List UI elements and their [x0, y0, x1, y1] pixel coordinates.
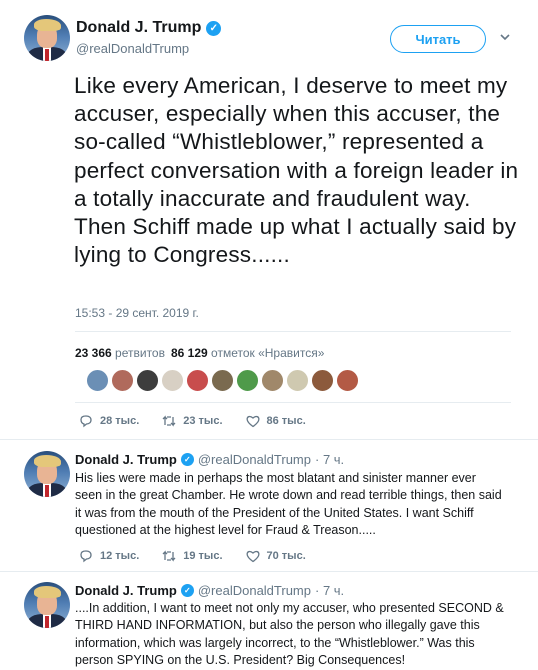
retweets-count: 23 366: [75, 346, 112, 360]
liker-avatar[interactable]: [261, 369, 284, 392]
reply-text: ....In addition, I want to meet not only…: [75, 601, 504, 668]
likes-count: 86 129: [170, 346, 208, 360]
liker-avatar[interactable]: [186, 369, 209, 392]
liker-avatar[interactable]: [86, 369, 109, 392]
author-name-row: Donald J. Trump ✓: [76, 19, 222, 37]
reply-text: His lies were made in perhaps the most b…: [75, 471, 502, 538]
author-handle[interactable]: @realDonaldTrump: [76, 41, 189, 56]
reply-icon: [80, 550, 92, 563]
reply-count: 28 тыс.: [100, 415, 140, 427]
divider: [75, 331, 511, 332]
like-count: 86 тыс.: [266, 415, 306, 427]
divider: [75, 402, 511, 403]
liker-avatar[interactable]: [161, 369, 184, 392]
reply-action[interactable]: 28 тыс.: [78, 413, 139, 429]
reply-time[interactable]: · 7 ч.: [315, 583, 344, 598]
reply-display-name[interactable]: Donald J. Trump: [75, 452, 177, 467]
reply-time[interactable]: · 7 ч.: [315, 452, 344, 467]
retweet-action[interactable]: 19 тыс.: [161, 548, 223, 564]
verified-badge-icon: ✓: [206, 20, 222, 36]
likers-avatars: [86, 369, 359, 392]
reply-count: 12 тыс.: [100, 550, 140, 562]
likes-stat[interactable]: 86 129 отметок «Нравится»: [171, 346, 324, 360]
like-count: 70 тыс.: [266, 550, 306, 562]
retweets-stat[interactable]: 23 366 ретвитов: [75, 346, 165, 360]
engagement-stats: 23 366 ретвитов 86 129 отметок «Нравится…: [75, 346, 324, 360]
liker-avatar[interactable]: [336, 369, 359, 392]
retweet-count: 23 тыс.: [183, 415, 223, 427]
reply-tweet[interactable]: Donald J. Trump ✓ @realDonaldTrump · 7 ч…: [0, 440, 538, 571]
reply-tweet[interactable]: Donald J. Trump ✓ @realDonaldTrump · 7 ч…: [0, 572, 538, 669]
tweet-timestamp[interactable]: 15:53 - 29 сент. 2019 г.: [75, 306, 199, 320]
follow-button[interactable]: Читать: [390, 25, 486, 53]
liker-avatar[interactable]: [136, 369, 159, 392]
chevron-down-icon[interactable]: [498, 30, 512, 44]
retweet-icon: [162, 550, 176, 562]
reply-actions: 12 тыс. 19 тыс. 70 тыс.: [78, 548, 328, 564]
liker-avatar[interactable]: [211, 369, 234, 392]
verified-badge-icon: ✓: [180, 584, 194, 597]
liker-avatar[interactable]: [236, 369, 259, 392]
reply-header: Donald J. Trump ✓ @realDonaldTrump · 7 ч…: [75, 452, 344, 467]
reply-handle[interactable]: @realDonaldTrump: [198, 452, 311, 467]
avatar[interactable]: [24, 582, 70, 628]
avatar[interactable]: [24, 15, 70, 61]
retweet-count: 19 тыс.: [183, 550, 223, 562]
avatar[interactable]: [24, 451, 70, 497]
retweets-label: ретвитов: [115, 346, 165, 360]
retweet-action[interactable]: 23 тыс.: [161, 413, 223, 429]
tweet-actions: 28 тыс. 23 тыс. 86 тыс.: [78, 413, 328, 429]
retweet-icon: [162, 415, 176, 427]
display-name[interactable]: Donald J. Trump: [76, 19, 201, 37]
reply-handle[interactable]: @realDonaldTrump: [198, 583, 311, 598]
reply-icon: [80, 415, 92, 428]
reply-display-name[interactable]: Donald J. Trump: [75, 583, 177, 598]
liker-avatar[interactable]: [311, 369, 334, 392]
reply-action[interactable]: 12 тыс.: [78, 548, 139, 564]
heart-icon: [245, 550, 260, 563]
tweet-text: Like every American, I deserve to meet m…: [74, 73, 519, 268]
verified-badge-icon: ✓: [180, 453, 194, 466]
reply-header: Donald J. Trump ✓ @realDonaldTrump · 7 ч…: [75, 583, 344, 598]
liker-avatar[interactable]: [286, 369, 309, 392]
liker-avatar[interactable]: [111, 369, 134, 392]
like-action[interactable]: 70 тыс.: [245, 548, 306, 564]
heart-icon: [245, 415, 260, 428]
like-action[interactable]: 86 тыс.: [245, 413, 306, 429]
likes-label: отметок «Нравится»: [211, 346, 325, 360]
